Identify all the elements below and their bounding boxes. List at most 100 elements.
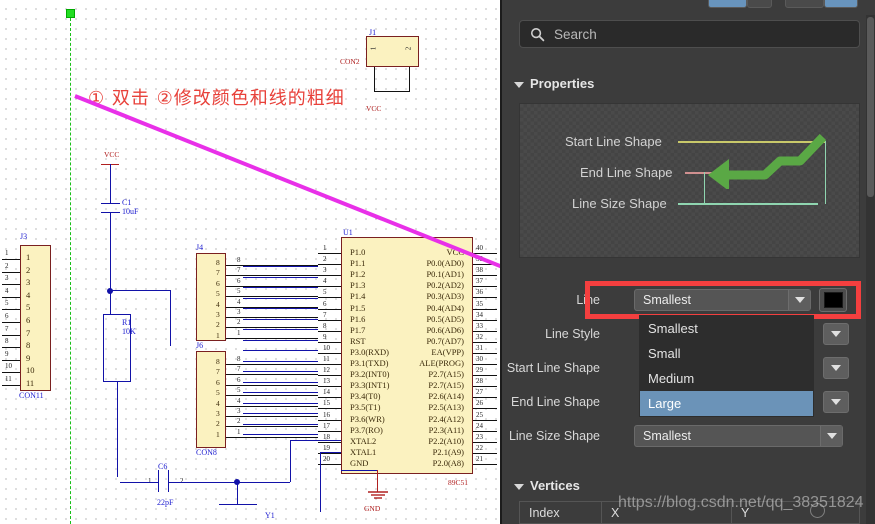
properties-panel: Properties Start Line Shape End Line Sha…: [500, 0, 875, 524]
j4-pins-label: 1: [216, 330, 220, 340]
j3-pin-number: 4: [5, 286, 9, 295]
u1-pin-number: 29: [476, 366, 483, 375]
color-chip: [823, 292, 843, 308]
j6-pins-label: 1: [216, 429, 220, 439]
j6-pins-label: 3: [216, 409, 220, 418]
j3-pin-number: 6: [5, 312, 9, 320]
line-size-combo[interactable]: Smallest: [634, 289, 811, 311]
property-label-line: Line: [576, 293, 600, 307]
j3-pin-number: 10: [5, 362, 12, 371]
toggle-button-2[interactable]: [747, 0, 772, 8]
green-arrow-annotation: [708, 133, 827, 189]
scrollbar-thumb[interactable]: [867, 17, 874, 197]
property-label-line-style: Line Style: [545, 327, 600, 341]
search-input[interactable]: [554, 26, 824, 42]
u1-pin-number: 32: [476, 332, 483, 341]
dropdown-option-small[interactable]: Small: [640, 341, 813, 366]
j6-pins-number: 2: [237, 417, 241, 426]
ref-u1: U1: [343, 228, 353, 237]
j1-pin-2: 2: [404, 46, 413, 51]
u1-pin-label: ALE(PROG): [419, 358, 464, 368]
label-con2: CON2: [340, 57, 360, 66]
u1-pin-number: 6: [323, 299, 327, 308]
properties-section-header[interactable]: Properties: [514, 76, 594, 91]
u1-pin-number: 23: [476, 432, 483, 441]
line-color-swatch-button[interactable]: [819, 288, 847, 312]
u1-pin-label: P2.4(A12): [428, 413, 464, 424]
u1-pin-label: P0.2(AD2): [426, 280, 464, 291]
vertices-section-header[interactable]: Vertices: [514, 478, 580, 493]
line-size-shape-combo[interactable]: Smallest: [634, 425, 843, 447]
toggle-button-4[interactable]: [824, 0, 858, 8]
dropdown-option-large[interactable]: Large: [640, 391, 813, 416]
u1-pin-number: 10: [323, 343, 330, 352]
j6-pins-number: 6: [237, 375, 241, 384]
component-j6-body[interactable]: [196, 351, 226, 448]
chevron-down-icon: [514, 81, 524, 88]
application-window: ① 双击 ②修改颜色和线的粗细 J1 1 2 CON2 VCC VCC C1 1…: [0, 0, 875, 524]
component-j1-body[interactable]: [366, 36, 419, 67]
toggle-button-3[interactable]: [785, 0, 824, 8]
u1-pin-label: P2.7(A15): [428, 369, 464, 380]
dropdown-option-medium[interactable]: Medium: [640, 366, 813, 391]
toggle-button-1[interactable]: [708, 0, 747, 8]
panel-scrollbar[interactable]: [866, 15, 875, 524]
j6-pins-number: 4: [237, 396, 241, 405]
u1-pin-number: 4: [323, 277, 327, 286]
ref-r1: R1: [122, 318, 132, 327]
u1-pin-number: 12: [323, 366, 330, 375]
search-field[interactable]: [519, 20, 860, 48]
u1-pin-number: 8: [323, 321, 327, 330]
j4-pins-number: 6: [237, 276, 241, 285]
j6-pins-number: 8: [237, 355, 241, 363]
line-size-dropdown-list[interactable]: Smallest Small Medium Large: [639, 315, 814, 417]
j3-pin-number: 5: [5, 299, 9, 308]
u1-pin-number: 40: [476, 244, 483, 252]
line-size-combo-value: Smallest: [643, 293, 691, 307]
j6-pins-label: 2: [216, 419, 220, 429]
chevron-down-icon[interactable]: [788, 290, 810, 310]
u1-pin-number: 25: [476, 410, 483, 419]
component-j4-body[interactable]: [196, 253, 226, 341]
j4-pins-label: 7: [216, 268, 220, 278]
u1-pin-number: 15: [323, 399, 330, 408]
schematic-canvas[interactable]: ① 双击 ②修改颜色和线的粗细 J1 1 2 CON2 VCC VCC C1 1…: [0, 0, 500, 524]
u1-pin-number: 21: [476, 454, 483, 463]
start-line-shape-combo[interactable]: [823, 357, 849, 379]
u1-pin-label: P2.3(A11): [428, 424, 464, 435]
alignment-guide: [70, 18, 71, 524]
u1-pin-number: 19: [323, 443, 330, 452]
u1-pin-number: 24: [476, 421, 483, 430]
property-label-line-size-shape: Line Size Shape: [508, 429, 600, 443]
j3-pin-label: 5: [26, 302, 31, 313]
line-style-combo[interactable]: [823, 323, 849, 345]
ref-c6: C6: [158, 462, 168, 471]
j4-pins-number: 1: [237, 328, 241, 337]
chevron-down-icon[interactable]: [820, 426, 842, 446]
label-con8: CON8: [196, 448, 217, 457]
ref-j4: J4: [196, 243, 204, 252]
j3-pin-label: 7: [26, 327, 31, 338]
u1-pin-number: 37: [476, 277, 483, 286]
ref-j3: J3: [20, 232, 28, 241]
column-header-index[interactable]: Index: [520, 502, 602, 523]
j3-pin-label: 1: [26, 252, 31, 262]
netlabel-gnd: GND: [364, 504, 381, 513]
j1-pin-1: 1: [369, 46, 378, 51]
component-j3-body[interactable]: [20, 245, 51, 391]
property-row-line-size-shape: Line Size Shape Smallest: [502, 421, 875, 451]
ref-y1: Y1: [265, 511, 275, 520]
j6-pins-number: 7: [237, 365, 241, 374]
j4-pins-label: 6: [216, 278, 220, 288]
properties-header-label: Properties: [530, 76, 595, 91]
u1-pin-label: P2.0(A8): [432, 457, 464, 468]
j4-pins-number: 3: [237, 308, 241, 316]
j4-pins-label: 5: [216, 289, 220, 299]
u1-pin-number: 20: [323, 454, 330, 463]
j4-pins-number: 7: [237, 266, 241, 275]
j3-pin-number: 7: [5, 324, 9, 333]
j3-pin-number: 11: [5, 375, 12, 383]
selection-handle[interactable]: [66, 9, 75, 18]
dropdown-option-smallest[interactable]: Smallest: [640, 316, 813, 341]
end-line-shape-combo[interactable]: [823, 391, 849, 413]
